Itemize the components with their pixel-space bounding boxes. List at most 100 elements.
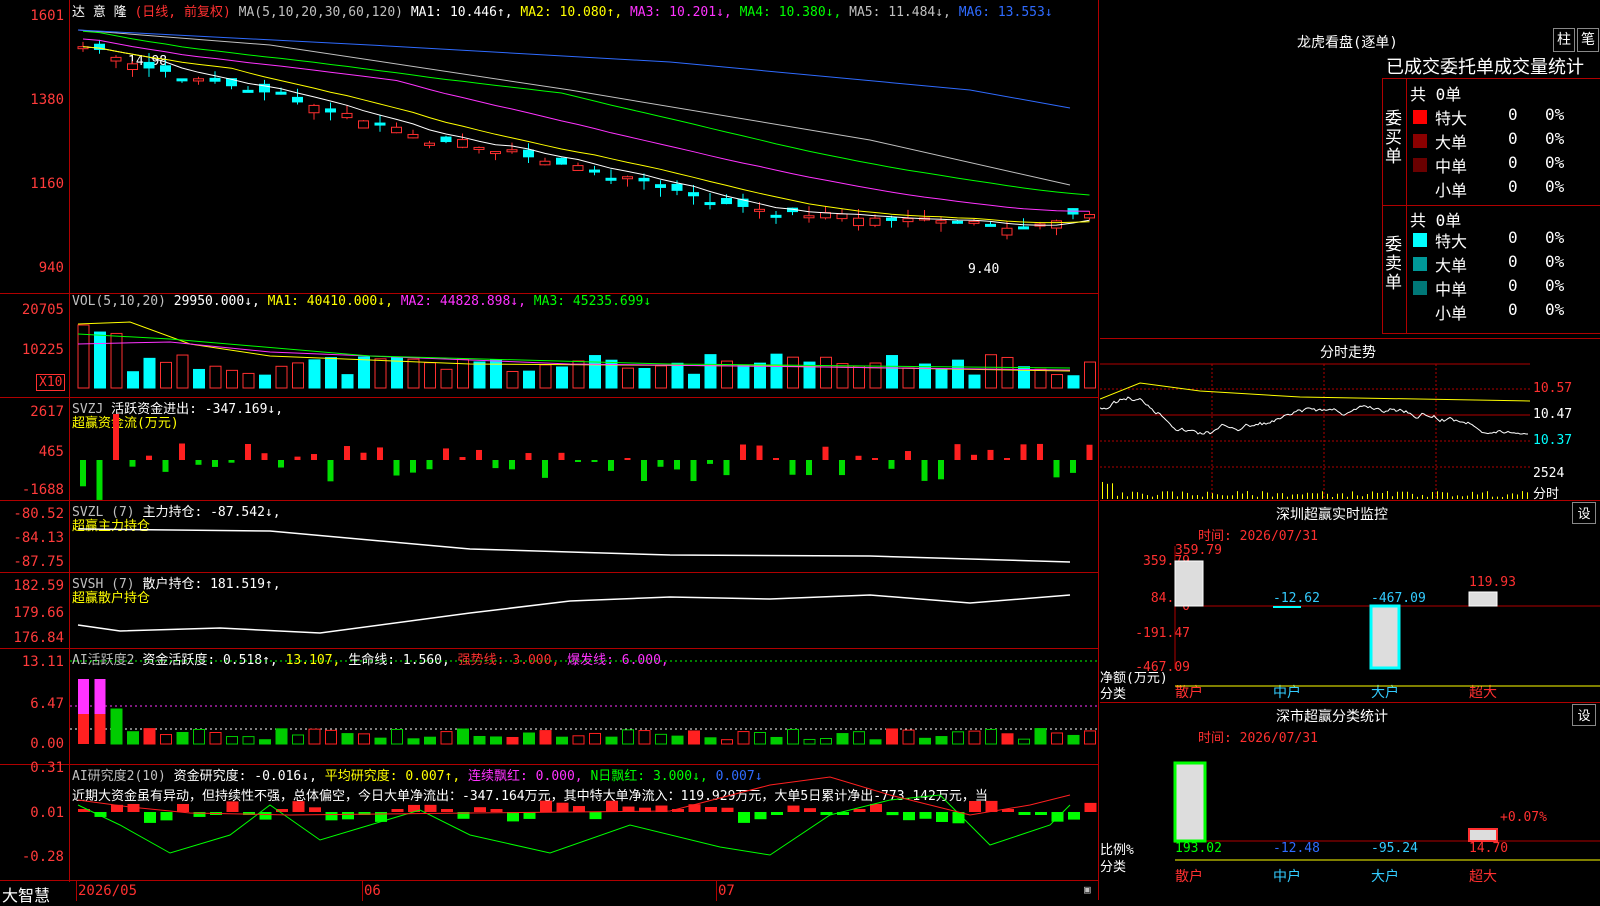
svsh-chart[interactable] — [70, 573, 1098, 648]
svzj-chart[interactable] — [70, 398, 1098, 500]
vol-bar — [869, 362, 882, 389]
ai2-bar — [474, 807, 486, 812]
svsh-pane[interactable]: SVSH (7) 散户持仓: 181.519↑, 超赢散户持仓 182.59 1… — [0, 573, 1098, 649]
fenshi-vol-bar — [1202, 496, 1203, 499]
svzj-bar — [608, 460, 614, 471]
kline-chart[interactable] — [70, 0, 1098, 293]
candle-body — [1084, 214, 1095, 219]
candle-body — [308, 104, 320, 114]
ai1-bar — [292, 734, 304, 745]
buy_rows-pct-0: 0% — [1545, 105, 1565, 124]
ai2-bar — [226, 801, 239, 812]
candle-body — [391, 126, 402, 134]
vol-bar — [539, 364, 552, 389]
ai1-ytick-1: 13.11 — [21, 654, 64, 670]
sell_rows-label-0: 特大 — [1435, 232, 1468, 251]
ai2-chart[interactable] — [70, 765, 1098, 880]
fenshi-vol-bar — [1457, 495, 1458, 499]
ai1-bar — [1034, 728, 1047, 745]
fenshi-vol-bar — [1472, 491, 1473, 499]
buy_rows-pct-3: 0% — [1545, 177, 1565, 196]
candle-body — [193, 78, 204, 82]
svzj-bar — [674, 460, 680, 470]
sell-title: 委卖单 — [1385, 235, 1402, 293]
fenshi-vol-bar — [1387, 491, 1388, 499]
ai1-pane[interactable]: AI活跃度2 资金活跃度: 0.518↑, 13.107, 生命线: 1.560… — [0, 649, 1098, 765]
candle-body — [803, 215, 815, 219]
ai1-bar — [1051, 732, 1063, 745]
fenshi-vol-bar — [1327, 493, 1328, 499]
fenshi-vol-bar — [1527, 492, 1528, 499]
lhkp-header: 已成交委托单成交量统计 — [1386, 57, 1584, 78]
svzl-pane[interactable]: SVZL (7) 主力持仓: -87.542↓, 超赢主力持仓 -80.52 -… — [0, 501, 1098, 573]
candle-body — [704, 202, 716, 206]
sell_rows-label-3: 小单 — [1435, 304, 1468, 323]
fenshi-vol-bar — [1357, 495, 1358, 499]
svzj-bar — [278, 460, 284, 468]
fenshi-vol-bar — [1502, 496, 1503, 499]
buy_rows-count-0: 0 — [1508, 105, 1518, 124]
svzl-ytick-1: -80.52 — [13, 506, 64, 522]
fenshi-vol-bar — [1272, 496, 1273, 499]
svzl-chart[interactable] — [70, 501, 1098, 572]
szs-bar-retail — [1173, 761, 1207, 843]
svzj-bar — [146, 455, 152, 460]
candle-body — [292, 96, 303, 103]
candle-body — [176, 78, 188, 82]
szm-bar-retail — [1174, 560, 1204, 607]
vol-bar — [193, 368, 205, 389]
fenshi-vol-bar — [1392, 496, 1393, 499]
ai1-bar — [572, 735, 585, 745]
svzj-pane[interactable]: SVZJ 活跃资金进出: -347.169↓, 超赢资金流(万元) 2617 4… — [0, 398, 1098, 501]
vol-bar — [374, 358, 387, 389]
svzj-bar — [872, 458, 878, 460]
vol-bar — [721, 360, 733, 389]
ai2-bar — [1068, 812, 1080, 820]
ai1-bar — [193, 728, 205, 745]
fenshi-vol-bar — [1497, 496, 1498, 499]
ai1-bar — [836, 733, 849, 745]
candle-body — [143, 61, 155, 69]
svzj-bar — [1037, 443, 1043, 460]
buy_rows-label-1: 大单 — [1435, 133, 1468, 152]
buy_rows-pct-1: 0% — [1545, 129, 1565, 148]
ai1-chart[interactable] — [70, 649, 1098, 764]
ai1-bar — [78, 714, 89, 744]
vol-unit: X10 — [36, 374, 66, 391]
vol-bar — [622, 367, 634, 389]
fenshi-vol-bar — [1402, 491, 1403, 499]
sell_rows-count-2: 0 — [1508, 276, 1518, 295]
buy_rows-pct-2: 0% — [1545, 153, 1565, 172]
fenshi-vol-bar — [1372, 491, 1373, 499]
fenshi-vol-bar — [1257, 496, 1258, 499]
ai2-bar — [342, 812, 354, 820]
btn-zhu[interactable]: 柱 — [1553, 28, 1575, 52]
ai1-bar — [853, 731, 865, 745]
vol-bar — [737, 365, 750, 389]
btn-bi[interactable]: 笔 — [1577, 28, 1599, 52]
candle-body — [473, 146, 485, 150]
buy_rows-label-0: 特大 — [1435, 109, 1468, 128]
vol-chart[interactable] — [70, 294, 1098, 397]
svzj-bar — [162, 460, 169, 472]
candle-body — [490, 151, 501, 155]
kline-pane[interactable]: 达 意 隆 (日线, 前复权) MA(5,10,20,30,60,120) MA… — [0, 0, 1098, 294]
svzj-bar — [245, 443, 251, 460]
vol-pane[interactable]: VOL(5,10,20) 29950.000↓, MA1: 40410.000↓… — [0, 294, 1098, 398]
candle-body — [275, 91, 287, 95]
date-sep-3 — [716, 881, 717, 901]
sell_rows-pct-3: 0% — [1545, 300, 1565, 319]
svzj-bar — [657, 460, 664, 467]
candle-body — [671, 183, 683, 191]
fenshi-panel[interactable]: 分时走势 10.57 10.47 10.37 2524 分时 — [1100, 339, 1600, 502]
vol-bar — [704, 354, 717, 389]
ai2-bar — [705, 807, 717, 812]
fenshi-vol-bar — [1312, 493, 1313, 499]
vol-bar — [440, 368, 453, 389]
ai1-bar — [506, 736, 519, 745]
candle-body — [968, 220, 980, 224]
svzj-bar — [294, 456, 301, 460]
vol-bar — [176, 354, 189, 389]
fenshi-chart[interactable] — [1100, 339, 1600, 500]
ai2-pane[interactable]: AI研究度2(10) 资金研究度: -0.016↓, 平均研究度: 0.007↑… — [0, 760, 1098, 880]
